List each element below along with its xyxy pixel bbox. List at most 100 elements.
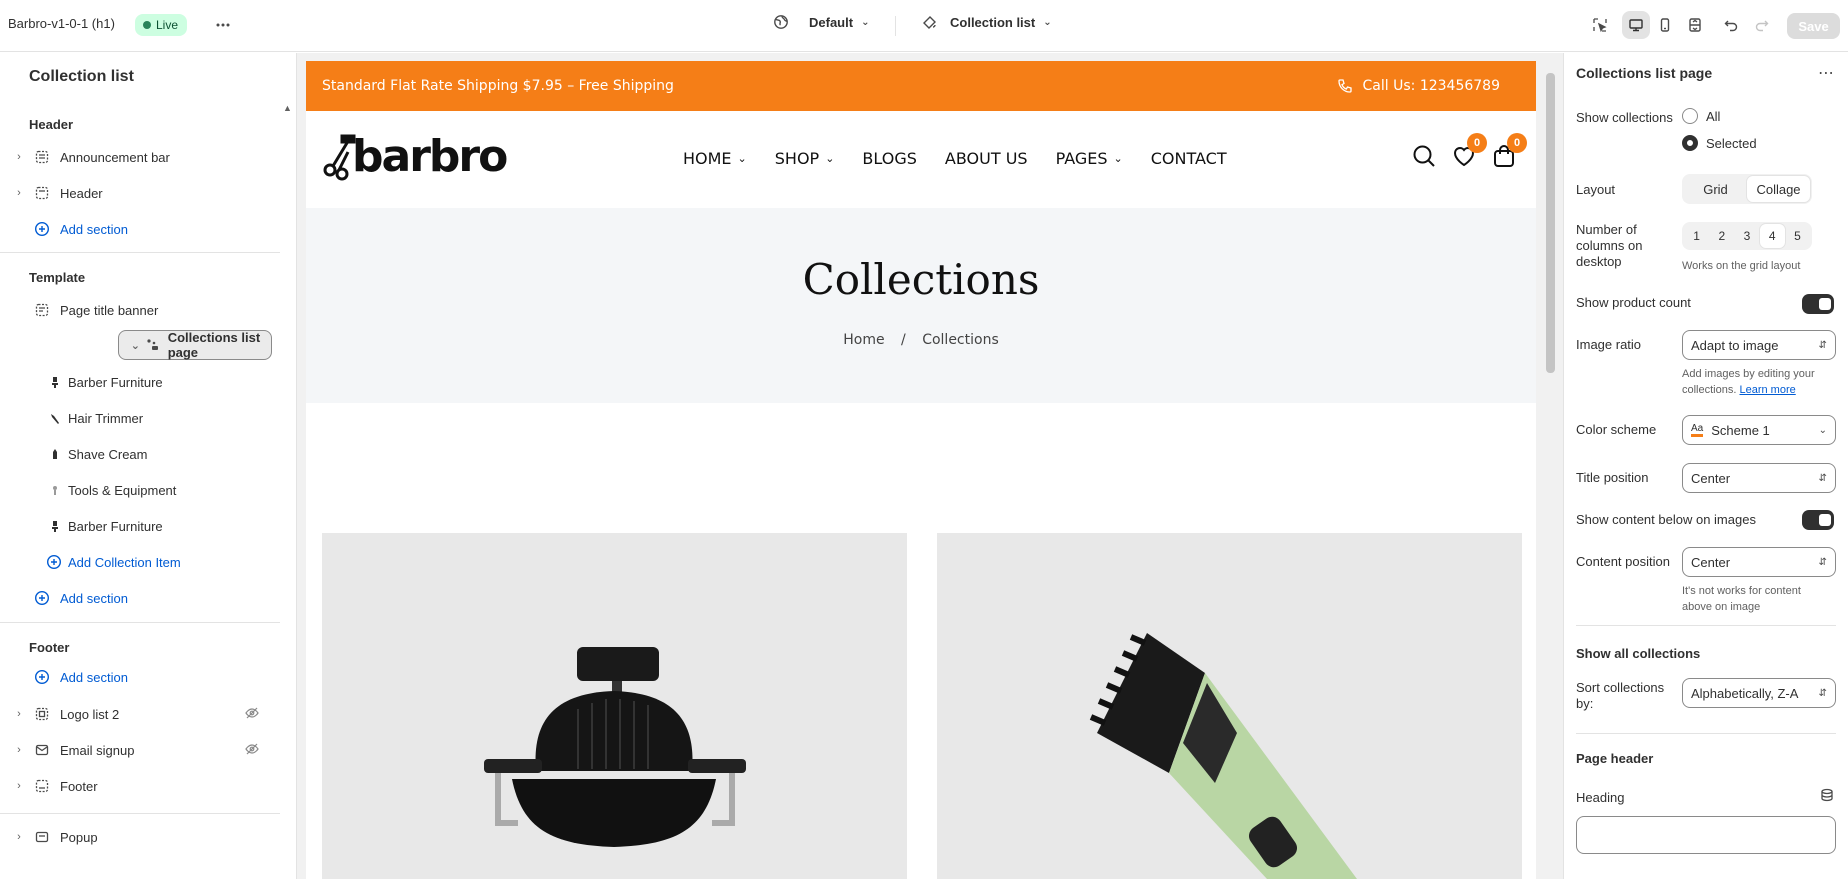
content-below-toggle[interactable] <box>1802 510 1834 530</box>
learn-more-link[interactable]: Learn more <box>1739 384 1795 396</box>
tools-icon <box>48 484 62 496</box>
product-count-label: Show product count <box>1576 295 1691 310</box>
chevron-down-icon: ⌄ <box>825 152 835 165</box>
section-logo-list-2[interactable]: › Logo list 2 <box>8 698 267 730</box>
live-dot <box>143 21 151 29</box>
column-option-5[interactable]: 5 <box>1785 224 1810 248</box>
color-scheme-select[interactable]: Aa Scheme 1 ⌄ <box>1682 415 1836 445</box>
logo-text: barbro <box>352 131 508 182</box>
announcement-bar: Standard Flat Rate Shipping $7.95 – Free… <box>306 61 1536 111</box>
preview-frame[interactable]: Standard Flat Rate Shipping $7.95 – Free… <box>306 61 1536 879</box>
section-label: Popup <box>60 829 98 845</box>
section-popup[interactable]: › Popup <box>8 821 267 853</box>
group-footer: Footer <box>29 640 70 655</box>
add-section-label: Add section <box>60 669 128 685</box>
dynamic-source-icon[interactable] <box>1820 788 1834 805</box>
product-count-toggle[interactable] <box>1802 294 1834 314</box>
sort-select[interactable]: Alphabetically, Z-A ⇵ <box>1682 678 1836 708</box>
content-position-label: Content position <box>1576 554 1670 569</box>
nav-pages[interactable]: PAGES ⌄ <box>1056 149 1123 168</box>
section-header[interactable]: › Header <box>8 177 267 209</box>
wishlist-icon[interactable]: 0 <box>1452 133 1487 168</box>
nav-home[interactable]: HOME ⌄ <box>683 149 747 168</box>
undo-icon[interactable] <box>1717 11 1745 39</box>
chevron-right-icon[interactable]: › <box>8 708 30 720</box>
block-barber-furniture-2[interactable]: Barber Furniture <box>8 510 267 542</box>
page-selector-dropdown[interactable]: Collection list ⌄ <box>922 14 1052 30</box>
market-dropdown[interactable]: Default ⌄ <box>773 14 869 30</box>
content-position-select[interactable]: Center ⇵ <box>1682 547 1836 577</box>
eye-hidden-icon[interactable] <box>245 706 259 723</box>
layout-grid-button[interactable]: Grid <box>1684 176 1747 202</box>
chevron-down-icon[interactable]: ⌄ <box>127 339 144 352</box>
eye-hidden-icon[interactable] <box>245 742 259 759</box>
block-tools-equipment[interactable]: Tools & Equipment <box>8 474 267 506</box>
section-page-title-banner[interactable]: Page title banner <box>8 294 267 326</box>
layout-label: Layout <box>1576 182 1616 197</box>
chevron-right-icon[interactable]: › <box>8 831 30 843</box>
section-announcement-bar[interactable]: › Announcement bar <box>8 141 267 173</box>
radio-all[interactable]: All <box>1682 108 1720 124</box>
radio-circle-checked <box>1682 135 1698 151</box>
add-section-header-button[interactable]: Add section <box>8 213 267 245</box>
add-collection-item-button[interactable]: Add Collection Item <box>8 546 267 578</box>
more-options-icon[interactable]: ⋯ <box>1818 63 1834 83</box>
store-logo[interactable]: barbro <box>322 131 508 182</box>
chevron-right-icon[interactable]: › <box>8 187 30 199</box>
preview-canvas: Standard Flat Rate Shipping $7.95 – Free… <box>297 53 1563 879</box>
add-section-template-button[interactable]: Add section <box>8 582 267 614</box>
redo-icon[interactable] <box>1748 11 1776 39</box>
chevron-right-icon[interactable]: › <box>8 744 30 756</box>
block-hair-trimmer[interactable]: Hair Trimmer <box>8 402 267 434</box>
breadcrumb-home[interactable]: Home <box>843 332 884 348</box>
section-footer[interactable]: › Footer <box>8 770 267 802</box>
select-arrows-icon: ⇵ <box>1818 687 1827 699</box>
announcement-text: Standard Flat Rate Shipping $7.95 – Free… <box>322 78 674 94</box>
column-option-1[interactable]: 1 <box>1684 224 1709 248</box>
plus-circle-icon <box>46 554 62 570</box>
layout-collage-button[interactable]: Collage <box>1747 176 1810 202</box>
add-section-footer-button[interactable]: Add section <box>8 661 267 693</box>
search-icon[interactable] <box>1412 144 1436 168</box>
inspector-icon[interactable] <box>1586 11 1614 39</box>
cart-icon[interactable]: 0 <box>1492 133 1527 168</box>
scroll-up-icon[interactable]: ▲ <box>283 103 292 113</box>
page-selector-label: Collection list <box>950 14 1036 30</box>
theme-name[interactable]: Barbro-v1-0-1 (h1) <box>8 16 115 31</box>
section-email-signup[interactable]: › Email signup <box>8 734 267 766</box>
section-icon <box>30 303 54 317</box>
chevron-right-icon[interactable]: › <box>8 151 30 163</box>
content-position-value: Center <box>1691 554 1731 570</box>
scissors-icon <box>323 134 356 180</box>
column-option-4[interactable]: 4 <box>1759 224 1785 248</box>
collection-card-barber-furniture[interactable] <box>322 533 907 879</box>
fullscreen-icon[interactable] <box>1681 11 1709 39</box>
nav-about-us[interactable]: ABOUT US <box>945 149 1028 168</box>
column-option-3[interactable]: 3 <box>1734 224 1759 248</box>
nav-blogs[interactable]: BLOGS <box>862 149 916 168</box>
mobile-view-icon[interactable] <box>1651 11 1679 39</box>
block-barber-furniture[interactable]: Barber Furniture <box>8 366 267 398</box>
radio-selected[interactable]: Selected <box>1682 135 1757 151</box>
image-ratio-select[interactable]: Adapt to image ⇵ <box>1682 330 1836 360</box>
collection-card-hair-trimmer[interactable] <box>937 533 1522 879</box>
save-button[interactable]: Save <box>1787 13 1840 39</box>
desktop-view-icon[interactable] <box>1622 11 1650 39</box>
chevron-right-icon[interactable]: › <box>8 780 30 792</box>
block-shave-cream[interactable]: Shave Cream <box>8 438 267 470</box>
heading-label: Heading <box>1576 790 1625 805</box>
section-collections-list-page[interactable]: ⌄ Collections list page <box>118 330 272 360</box>
nav-shop[interactable]: SHOP ⌄ <box>775 149 835 168</box>
divider <box>1576 733 1836 734</box>
more-actions-icon[interactable] <box>209 11 237 39</box>
chair-icon <box>48 520 62 532</box>
logo-list-icon <box>30 707 54 721</box>
title-position-select[interactable]: Center ⇵ <box>1682 463 1836 493</box>
nav-contact[interactable]: CONTACT <box>1151 149 1227 168</box>
nav-label: CONTACT <box>1150 149 1227 168</box>
heading-input[interactable] <box>1576 816 1836 854</box>
column-option-2[interactable]: 2 <box>1709 224 1734 248</box>
block-label: Hair Trimmer <box>68 410 144 426</box>
nav-label: PAGES <box>1055 149 1108 168</box>
preview-scrollbar[interactable] <box>1546 73 1555 373</box>
